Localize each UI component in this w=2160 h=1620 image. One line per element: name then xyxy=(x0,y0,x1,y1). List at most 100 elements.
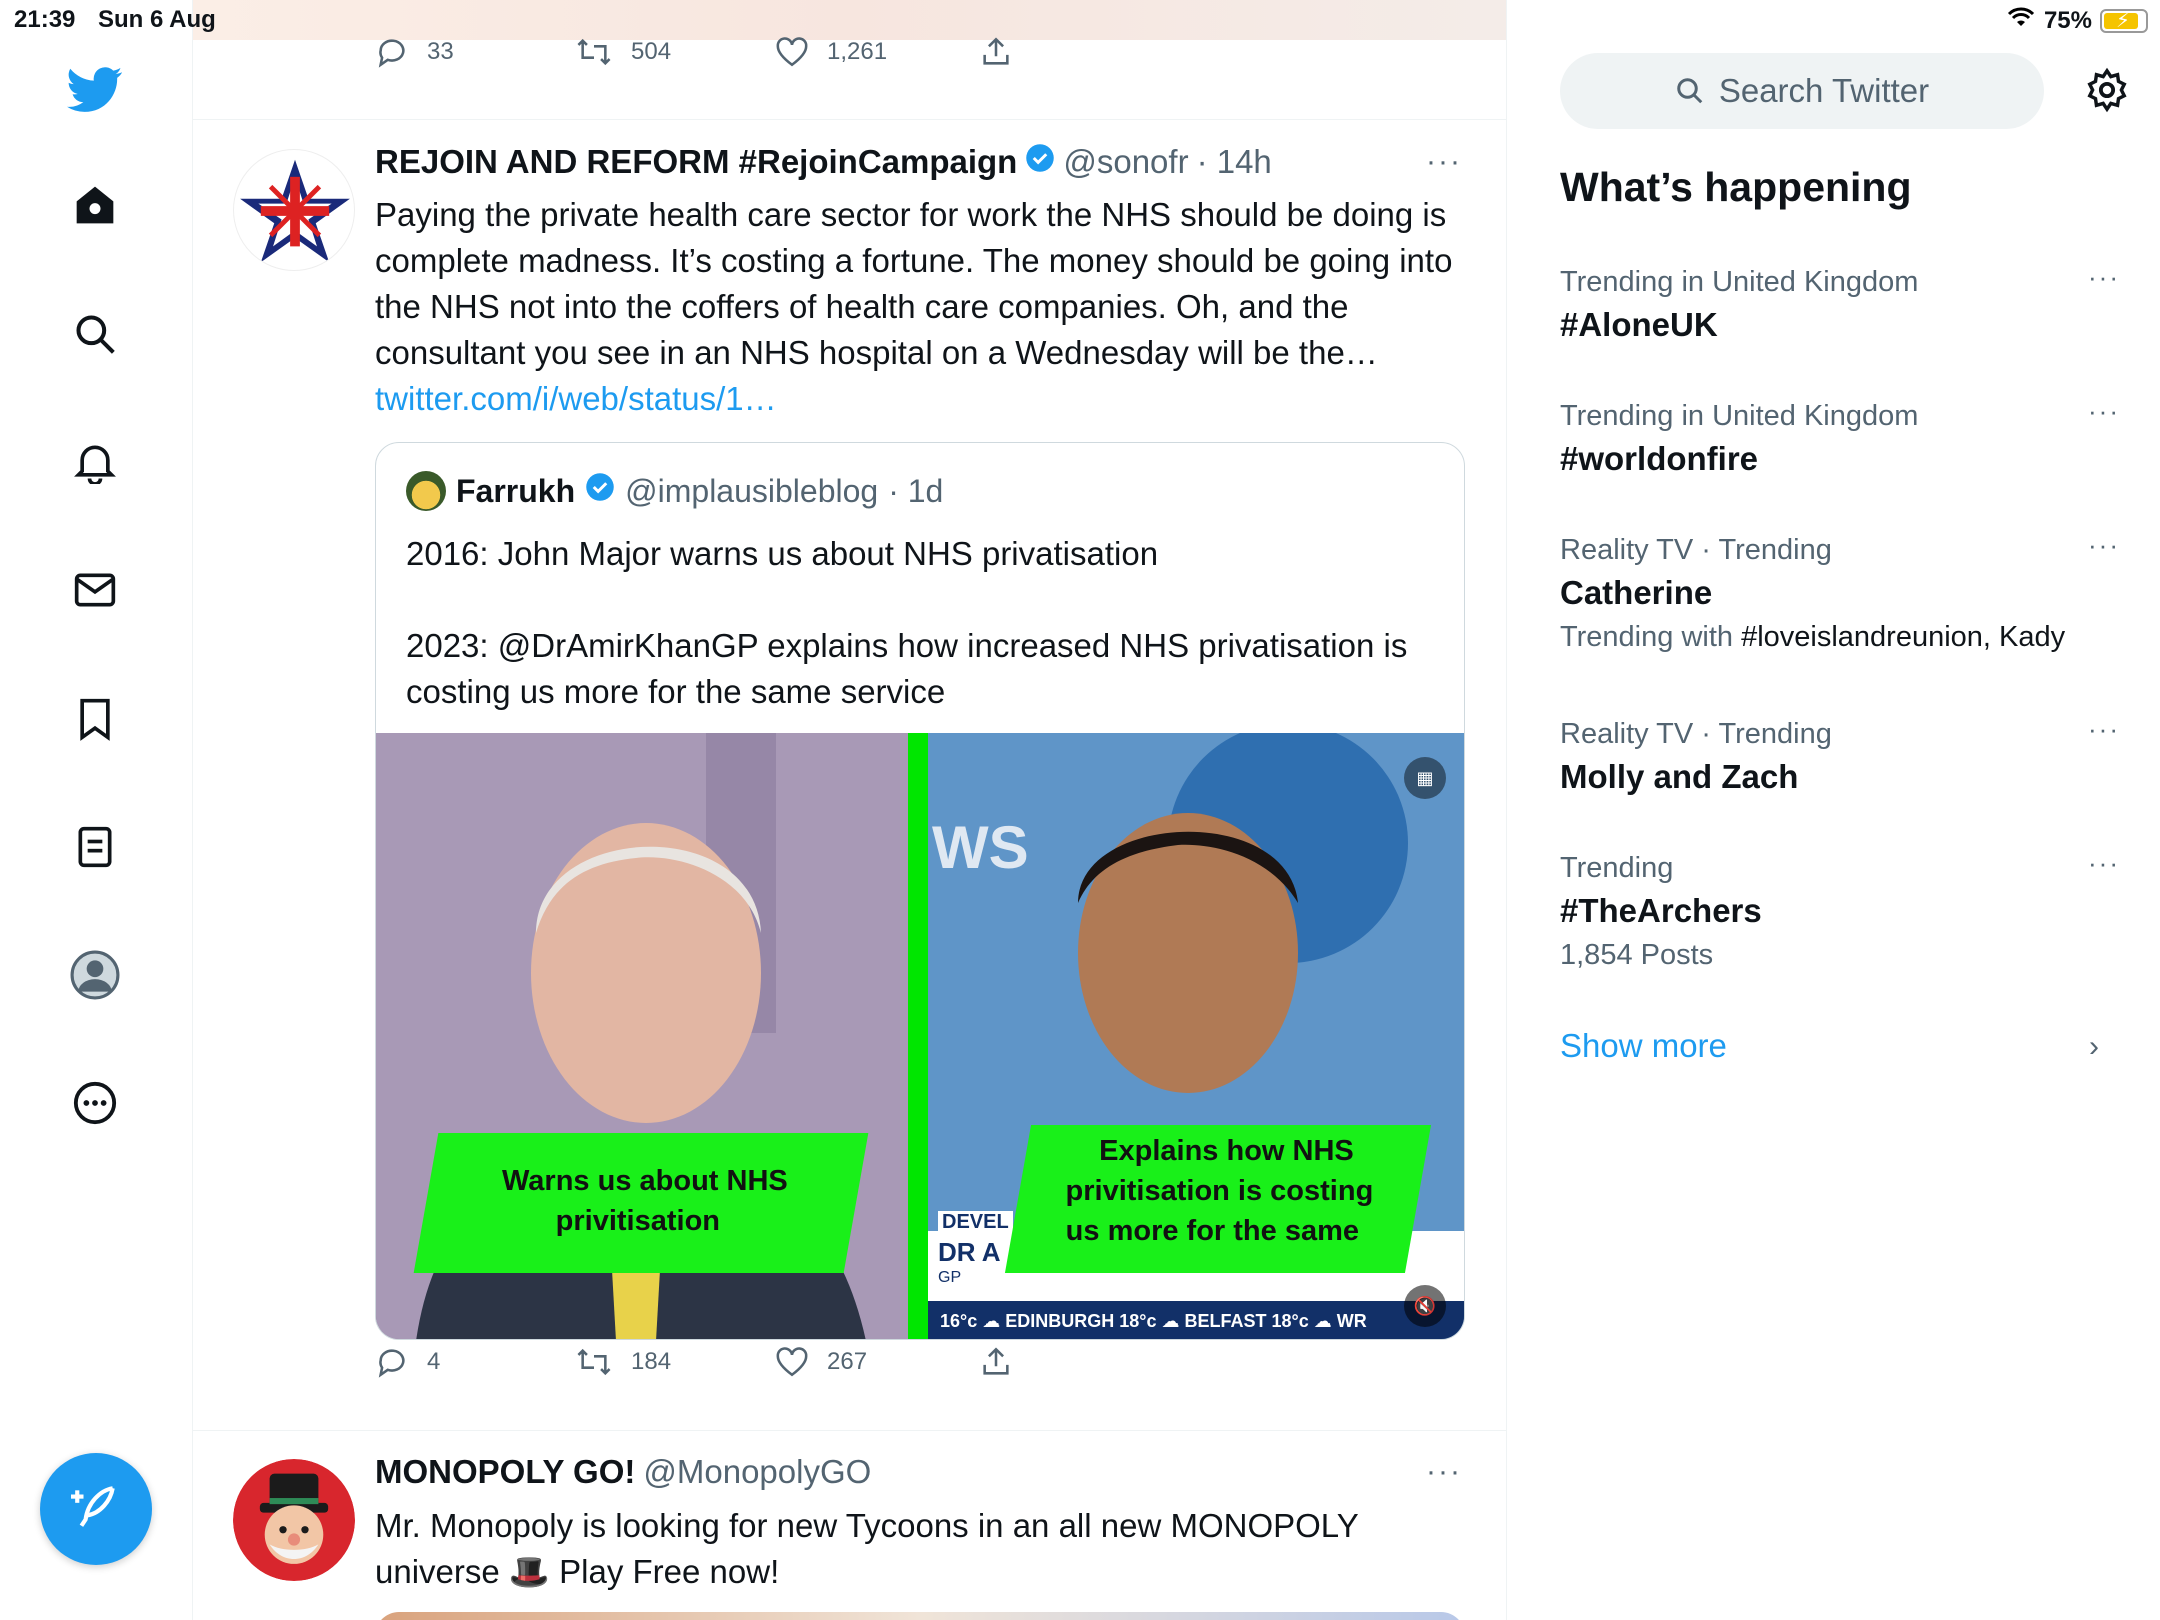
author-handle[interactable]: @sonofr xyxy=(1063,143,1188,181)
trend-more-icon[interactable]: ··· xyxy=(2088,396,2120,427)
tweet-body: Mr. Monopoly is looking for new Tycoons … xyxy=(375,1507,1359,1590)
trend-item[interactable]: Reality TV · Trending Molly and Zach ··· xyxy=(1560,714,2120,800)
video-right-panel: WS ▦ DEVEL DR A GP 16°c ☁ EDINBURGH 18°c… xyxy=(928,733,1464,1339)
reply-icon xyxy=(378,1349,405,1378)
trend-more-icon[interactable]: ··· xyxy=(2088,262,2120,293)
verified-badge-icon xyxy=(585,472,615,510)
left-nav xyxy=(0,0,193,1620)
tweet-link[interactable]: twitter.com/i/web/status/1… xyxy=(375,376,1465,422)
like-count: 1,261 xyxy=(827,38,888,65)
video-left-panel: Warns us about NHS privitisation xyxy=(376,733,908,1339)
retweet-icon xyxy=(577,38,611,66)
quoted-tweet[interactable]: Farrukh @implausibleblog · 1d 2016: John… xyxy=(375,442,1465,1340)
reply-button[interactable]: 33 xyxy=(375,35,454,69)
messages-icon[interactable] xyxy=(63,558,127,622)
retweet-count: 504 xyxy=(631,38,672,65)
share-button[interactable] xyxy=(979,35,1013,69)
compose-tweet-button[interactable] xyxy=(40,1453,152,1565)
subtitles-icon[interactable]: ▦ xyxy=(1404,757,1446,799)
tweet-text: Mr. Monopoly is looking for new Tycoons … xyxy=(375,1503,1465,1595)
right-caption-line-3: us more for the same xyxy=(1065,1215,1360,1247)
profile-icon[interactable] xyxy=(63,943,127,1007)
tweet-more-icon[interactable]: ··· xyxy=(1426,145,1462,179)
tweet-time[interactable]: · 14h xyxy=(1197,143,1272,181)
trend-item[interactable]: Trending in United Kingdom #AloneUK ··· xyxy=(1560,262,2120,348)
like-count: 267 xyxy=(827,1348,868,1375)
notifications-icon[interactable] xyxy=(63,430,127,494)
trend-item[interactable]: Reality TV · Trending Catherine Trending… xyxy=(1560,530,2120,658)
chevron-right-icon: › xyxy=(2089,1030,2099,1063)
show-more-link[interactable]: Show more xyxy=(1560,1027,1727,1065)
twitter-logo-icon[interactable] xyxy=(63,58,127,122)
trend-meta: Trending in United Kingdom xyxy=(1560,266,1919,298)
timeline: 33 504 1,261 REJOIN AND REFORM #RejoinCa… xyxy=(193,0,1507,1620)
left-caption: Warns us about NHS privitisation xyxy=(413,1133,869,1273)
tweet-text: Paying the private health care sector fo… xyxy=(375,192,1465,422)
status-time: 21:39 xyxy=(14,6,76,33)
right-caption-line-2: privitisation is costing xyxy=(1065,1175,1374,1207)
battery-icon: ⚡ xyxy=(2100,8,2148,33)
trend-more-icon[interactable]: ··· xyxy=(2088,714,2120,745)
trend-extra-prefix: Trending with xyxy=(1560,621,1742,653)
trend-meta: Trending xyxy=(1560,852,1674,884)
quote-author-name[interactable]: Farrukh xyxy=(456,473,575,510)
like-button[interactable]: 1,261 xyxy=(775,36,887,68)
quote-avatar[interactable] xyxy=(406,471,446,511)
lists-icon[interactable] xyxy=(63,815,127,879)
search-icon[interactable] xyxy=(63,302,127,366)
left-caption-line-2: privitisation xyxy=(555,1205,720,1237)
trend-more-icon[interactable]: ··· xyxy=(2088,848,2120,879)
battery-percent: 75% xyxy=(2043,6,2092,34)
heart-icon xyxy=(776,37,808,67)
trend-meta: Reality TV · Trending xyxy=(1560,718,1832,750)
more-icon[interactable] xyxy=(63,1071,127,1135)
retweet-button[interactable]: 504 xyxy=(575,35,671,69)
settings-gear-icon[interactable] xyxy=(2079,62,2135,118)
trend-topic: Molly and Zach xyxy=(1560,758,1799,795)
search-input[interactable]: Search Twitter xyxy=(1560,53,2044,129)
author-name[interactable]: REJOIN AND REFORM #RejoinCampaign xyxy=(375,143,1017,181)
quote-author-handle[interactable]: @implausibleblog xyxy=(625,473,878,510)
status-bar: 21:39 Sun 6 Aug 75% ⚡ xyxy=(0,0,2160,40)
bookmarks-icon[interactable] xyxy=(63,687,127,751)
lower-third-role: GP xyxy=(938,1269,962,1286)
trend-topic: #TheArchers xyxy=(1560,892,1762,929)
quote-video[interactable]: Warns us about NHS privitisation WS ▦ DE… xyxy=(376,733,1464,1339)
reply-count: 33 xyxy=(427,38,454,65)
like-button[interactable]: 267 xyxy=(775,1346,867,1378)
mute-icon[interactable]: 🔇 xyxy=(1404,1285,1446,1327)
tweet-header: MONOPOLY GO! @MonopolyGO xyxy=(375,1453,871,1491)
avatar[interactable] xyxy=(233,1459,355,1581)
search-icon xyxy=(1677,78,1703,104)
trend-item[interactable]: Trending #TheArchers 1,854 Posts ··· xyxy=(1560,848,2120,976)
author-name[interactable]: MONOPOLY GO! xyxy=(375,1453,635,1491)
share-button[interactable] xyxy=(979,1345,1013,1379)
quote-header: Farrukh @implausibleblog · 1d xyxy=(406,471,943,511)
lower-third-name: DR A xyxy=(938,1237,1001,1267)
tweet-header: REJOIN AND REFORM #RejoinCampaign @sonof… xyxy=(375,143,1272,181)
tweet-divider xyxy=(193,1430,1506,1431)
right-sidebar: Search Twitter What’s happening Trending… xyxy=(1507,0,2160,1620)
trend-related[interactable]: #loveislandreunion, Kady xyxy=(1741,621,2065,653)
trend-extra: Trending with #loveislandreunion, Kady xyxy=(1560,616,2120,658)
lower-third-tag: DEVEL xyxy=(938,1211,1013,1234)
reply-button[interactable]: 4 xyxy=(375,1345,440,1379)
home-icon[interactable] xyxy=(63,173,127,237)
retweet-button[interactable]: 184 xyxy=(575,1345,671,1379)
tweet-media[interactable] xyxy=(375,1612,1465,1620)
trend-topic: Catherine xyxy=(1560,574,1713,611)
avatar[interactable] xyxy=(233,149,355,271)
quote-time[interactable]: · 1d xyxy=(888,473,943,510)
tweet-divider xyxy=(193,119,1506,120)
trend-more-icon[interactable]: ··· xyxy=(2088,530,2120,561)
heart-icon xyxy=(776,1347,808,1377)
news-ticker: 16°c ☁ EDINBURGH 18°c ☁ BELFAST 18°c ☁ W… xyxy=(928,1301,1464,1339)
tweet-more-icon[interactable]: ··· xyxy=(1426,1455,1462,1489)
quote-line-1: 2016: John Major warns us about NHS priv… xyxy=(406,535,1159,572)
status-right: 75% ⚡ xyxy=(2006,6,2148,35)
author-handle[interactable]: @MonopolyGO xyxy=(643,1453,871,1491)
trend-item[interactable]: Trending in United Kingdom #worldonfire … xyxy=(1560,396,2120,482)
right-caption: Explains how NHS privitisation is costin… xyxy=(1004,1125,1432,1273)
video-divider xyxy=(908,733,928,1339)
compose-tweet-icon xyxy=(71,1482,121,1537)
